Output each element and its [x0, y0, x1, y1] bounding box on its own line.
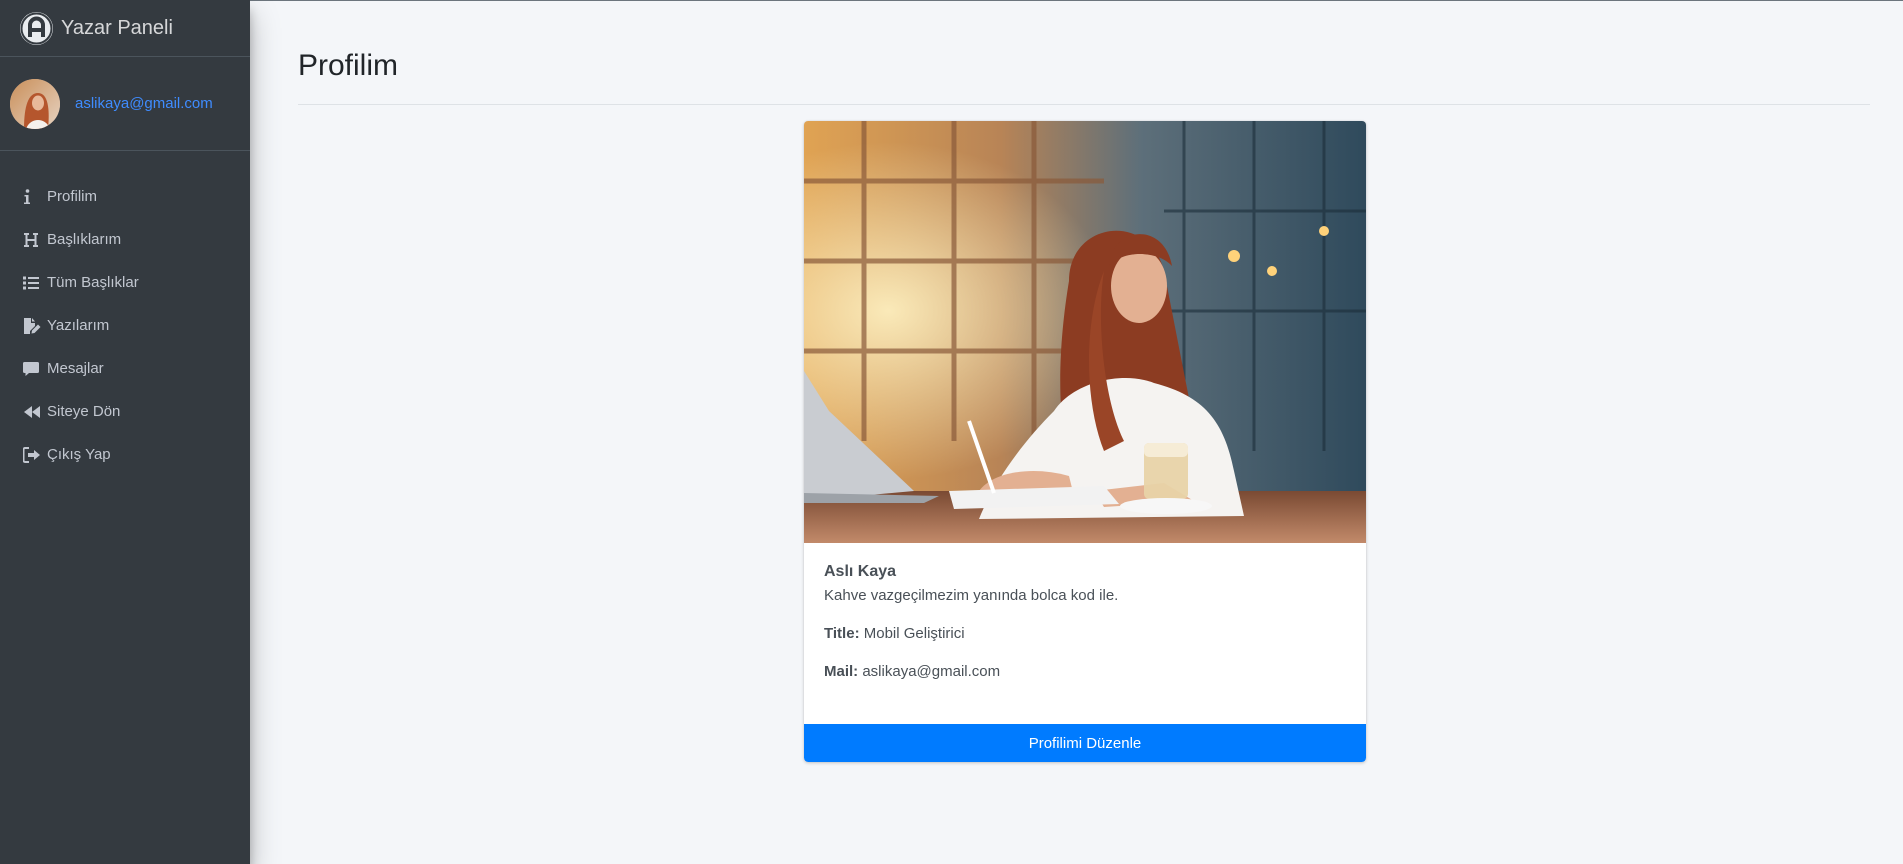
- sidebar-nav: Profilim Başlıklarım Tüm Başlıklar Yazıl…: [0, 175, 250, 476]
- sidebar-item-label: Tüm Başlıklar: [47, 274, 139, 291]
- sidebar-item-label: Çıkış Yap: [47, 446, 111, 463]
- file-edit-icon: [23, 317, 43, 334]
- page-title: Profilim: [298, 49, 399, 82]
- profile-title-row: Title: Mobil Geliştirici: [824, 625, 1346, 642]
- profile-card: Aslı Kaya Kahve vazgeçilmezim yanında bo…: [804, 121, 1366, 762]
- user-email-link[interactable]: aslikaya@gmail.com: [75, 95, 213, 112]
- avatar: [10, 78, 60, 129]
- sidebar-item-label: Mesajlar: [47, 360, 104, 377]
- sidebar-item-label: Profilim: [47, 188, 98, 205]
- comment-icon: [23, 361, 43, 377]
- sidebar: Yazar Paneli aslikaya@gmail.com Profilim…: [0, 0, 250, 864]
- content-wrapper: Profilim Aslı Kaya Kahve vazgeçilmezim y…: [250, 0, 1903, 864]
- profile-title-label: Title:: [824, 625, 860, 642]
- sidebar-item-basliklarim[interactable]: Başlıklarım: [0, 218, 250, 261]
- info-icon: [23, 188, 43, 205]
- brand-logo-icon: [20, 11, 53, 45]
- sidebar-item-tum-basliklar[interactable]: Tüm Başlıklar: [0, 261, 250, 304]
- sidebar-item-profilim[interactable]: Profilim: [0, 175, 250, 218]
- list-icon: [23, 275, 43, 291]
- profile-card-body: Aslı Kaya Kahve vazgeçilmezim yanında bo…: [804, 543, 1366, 680]
- profile-photo: [804, 121, 1366, 543]
- profile-mail-label: Mail:: [824, 663, 859, 680]
- sign-out-icon: [23, 446, 43, 463]
- sidebar-item-label: Siteye Dön: [47, 403, 121, 420]
- sidebar-item-cikis-yap[interactable]: Çıkış Yap: [0, 433, 250, 476]
- edit-profile-button[interactable]: Profilimi Düzenle: [804, 724, 1366, 762]
- backward-icon: [23, 404, 43, 420]
- brand-text: Yazar Paneli: [61, 16, 173, 39]
- profile-bio: Kahve vazgeçilmezim yanında bolca kod il…: [824, 587, 1119, 604]
- sidebar-item-label: Yazılarım: [47, 317, 110, 334]
- profile-mail-value: aslikaya@gmail.com: [862, 663, 1001, 680]
- brand-link[interactable]: Yazar Paneli: [0, 0, 250, 57]
- user-panel: aslikaya@gmail.com: [0, 57, 250, 151]
- sidebar-item-mesajlar[interactable]: Mesajlar: [0, 347, 250, 390]
- sidebar-item-siteye-don[interactable]: Siteye Dön: [0, 390, 250, 433]
- title-divider: [298, 104, 1870, 105]
- profile-title-value: Mobil Geliştirici: [863, 625, 965, 642]
- sidebar-item-label: Başlıklarım: [47, 231, 122, 248]
- profile-name: Aslı Kaya: [824, 563, 897, 580]
- profile-mail-row: Mail: aslikaya@gmail.com: [824, 663, 1346, 680]
- heading-icon: [23, 232, 43, 248]
- sidebar-item-yazilarim[interactable]: Yazılarım: [0, 304, 250, 347]
